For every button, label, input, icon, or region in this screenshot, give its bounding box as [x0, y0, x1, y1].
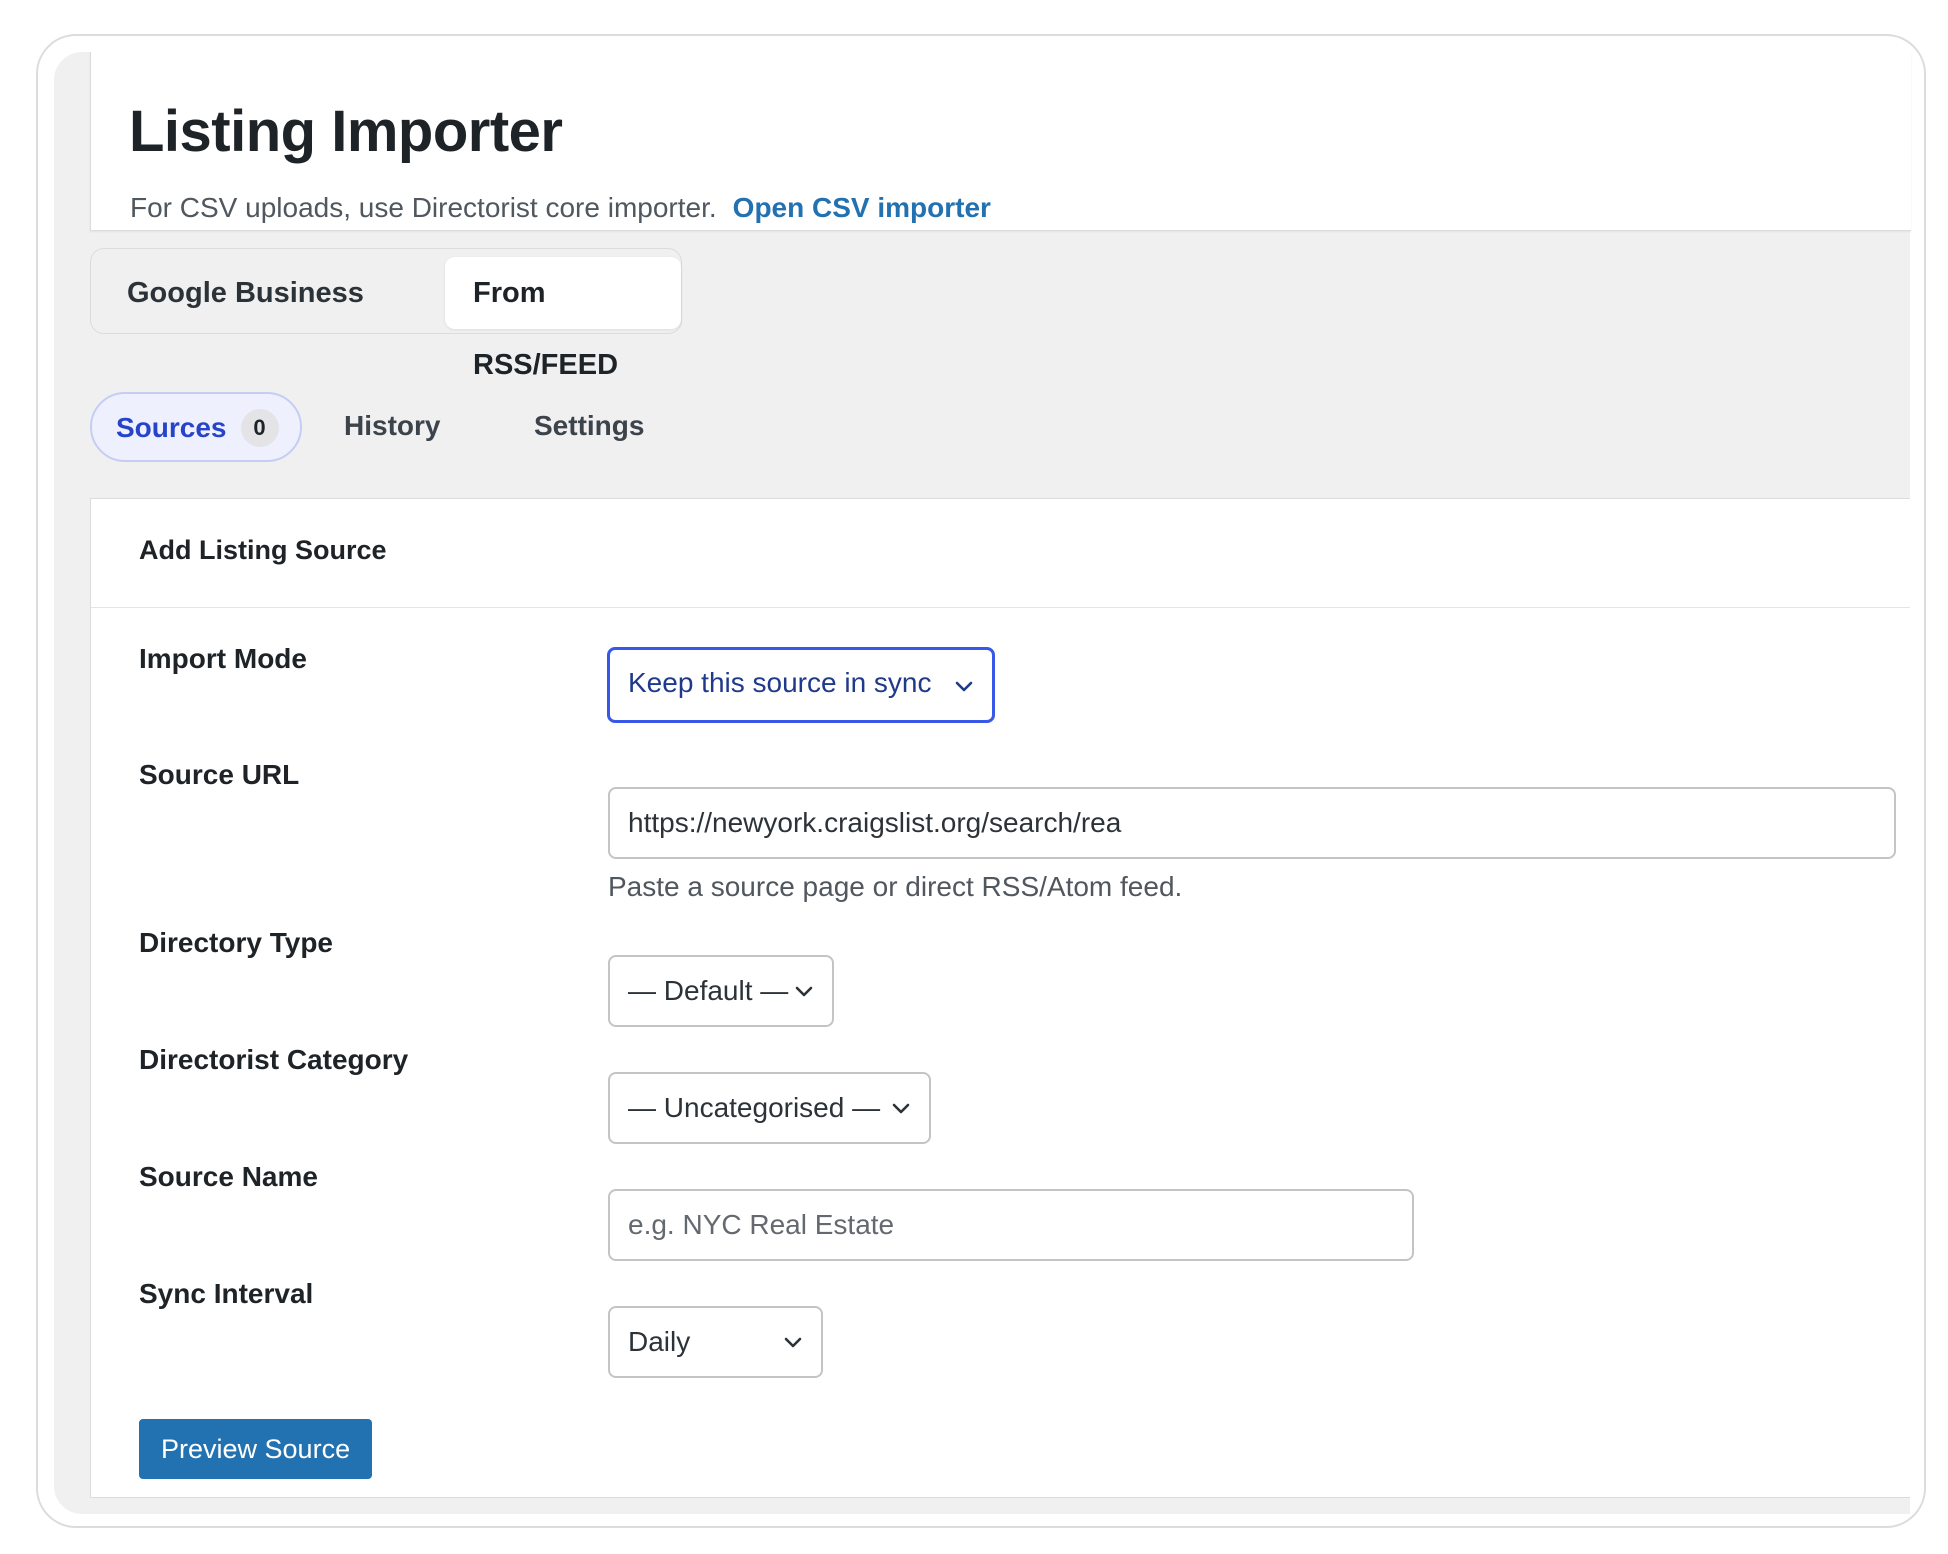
source-url-value: https://newyork.craigslist.org/search/re… — [628, 807, 1122, 838]
card-divider — [91, 607, 1910, 608]
source-name-label: Source Name — [139, 1161, 318, 1192]
import-mode-value: Keep this source in sync — [628, 667, 932, 698]
category-select[interactable]: — Uncategorised — — [608, 1072, 931, 1144]
source-type-tabs: Google Business From RSS/FEED — [90, 248, 682, 381]
category-label: Directorist Category — [139, 1044, 409, 1075]
subtitle-text: For CSV uploads, use Directorist core im… — [130, 192, 717, 223]
add-source-card: Add Listing Source Import Mode Keep this… — [90, 498, 1910, 1498]
source-name-placeholder: e.g. NYC Real Estate — [628, 1209, 895, 1240]
chevron-down-icon — [794, 981, 814, 1001]
chevron-down-icon — [891, 1098, 911, 1118]
tab-sources-label: Sources — [116, 412, 227, 443]
tab-rss-feed[interactable]: From RSS/FEED — [445, 257, 681, 381]
directory-type-select[interactable]: — Default — — [608, 955, 834, 1027]
sync-interval-select[interactable]: Daily — [608, 1306, 823, 1378]
category-value: — Uncategorised — — [628, 1092, 881, 1123]
app-frame: Listing Importer For CSV uploads, use Di… — [36, 34, 1926, 1528]
tab-sources[interactable]: Sources 0 — [90, 392, 302, 462]
source-url-label: Source URL — [139, 759, 300, 790]
import-mode-select[interactable]: Keep this source in sync — [607, 647, 995, 723]
source-url-help: Paste a source page or direct RSS/Atom f… — [608, 871, 1183, 902]
chevron-down-icon — [954, 676, 974, 696]
tab-google-business[interactable]: Google Business — [99, 257, 392, 329]
page-title: Listing Importer — [129, 99, 563, 164]
preview-source-button[interactable]: Preview Source — [139, 1419, 373, 1479]
tab-history[interactable]: History — [344, 392, 440, 462]
source-name-input[interactable]: e.g. NYC Real Estate — [608, 1189, 1414, 1261]
tab-settings[interactable]: Settings — [534, 392, 644, 462]
source-url-input[interactable]: https://newyork.craigslist.org/search/re… — [608, 787, 1896, 859]
sync-interval-label: Sync Interval — [139, 1278, 314, 1309]
sources-count-badge: 0 — [240, 408, 279, 447]
open-csv-importer-link[interactable]: Open CSV importer — [733, 192, 991, 223]
page-subtitle: For CSV uploads, use Directorist core im… — [130, 192, 991, 224]
directory-type-label: Directory Type — [139, 927, 333, 958]
chevron-down-icon — [783, 1332, 803, 1352]
sync-interval-value: Daily — [628, 1326, 691, 1357]
card-title: Add Listing Source — [139, 535, 387, 565]
import-mode-label: Import Mode — [139, 643, 307, 674]
directory-type-value: — Default — — [628, 975, 789, 1006]
